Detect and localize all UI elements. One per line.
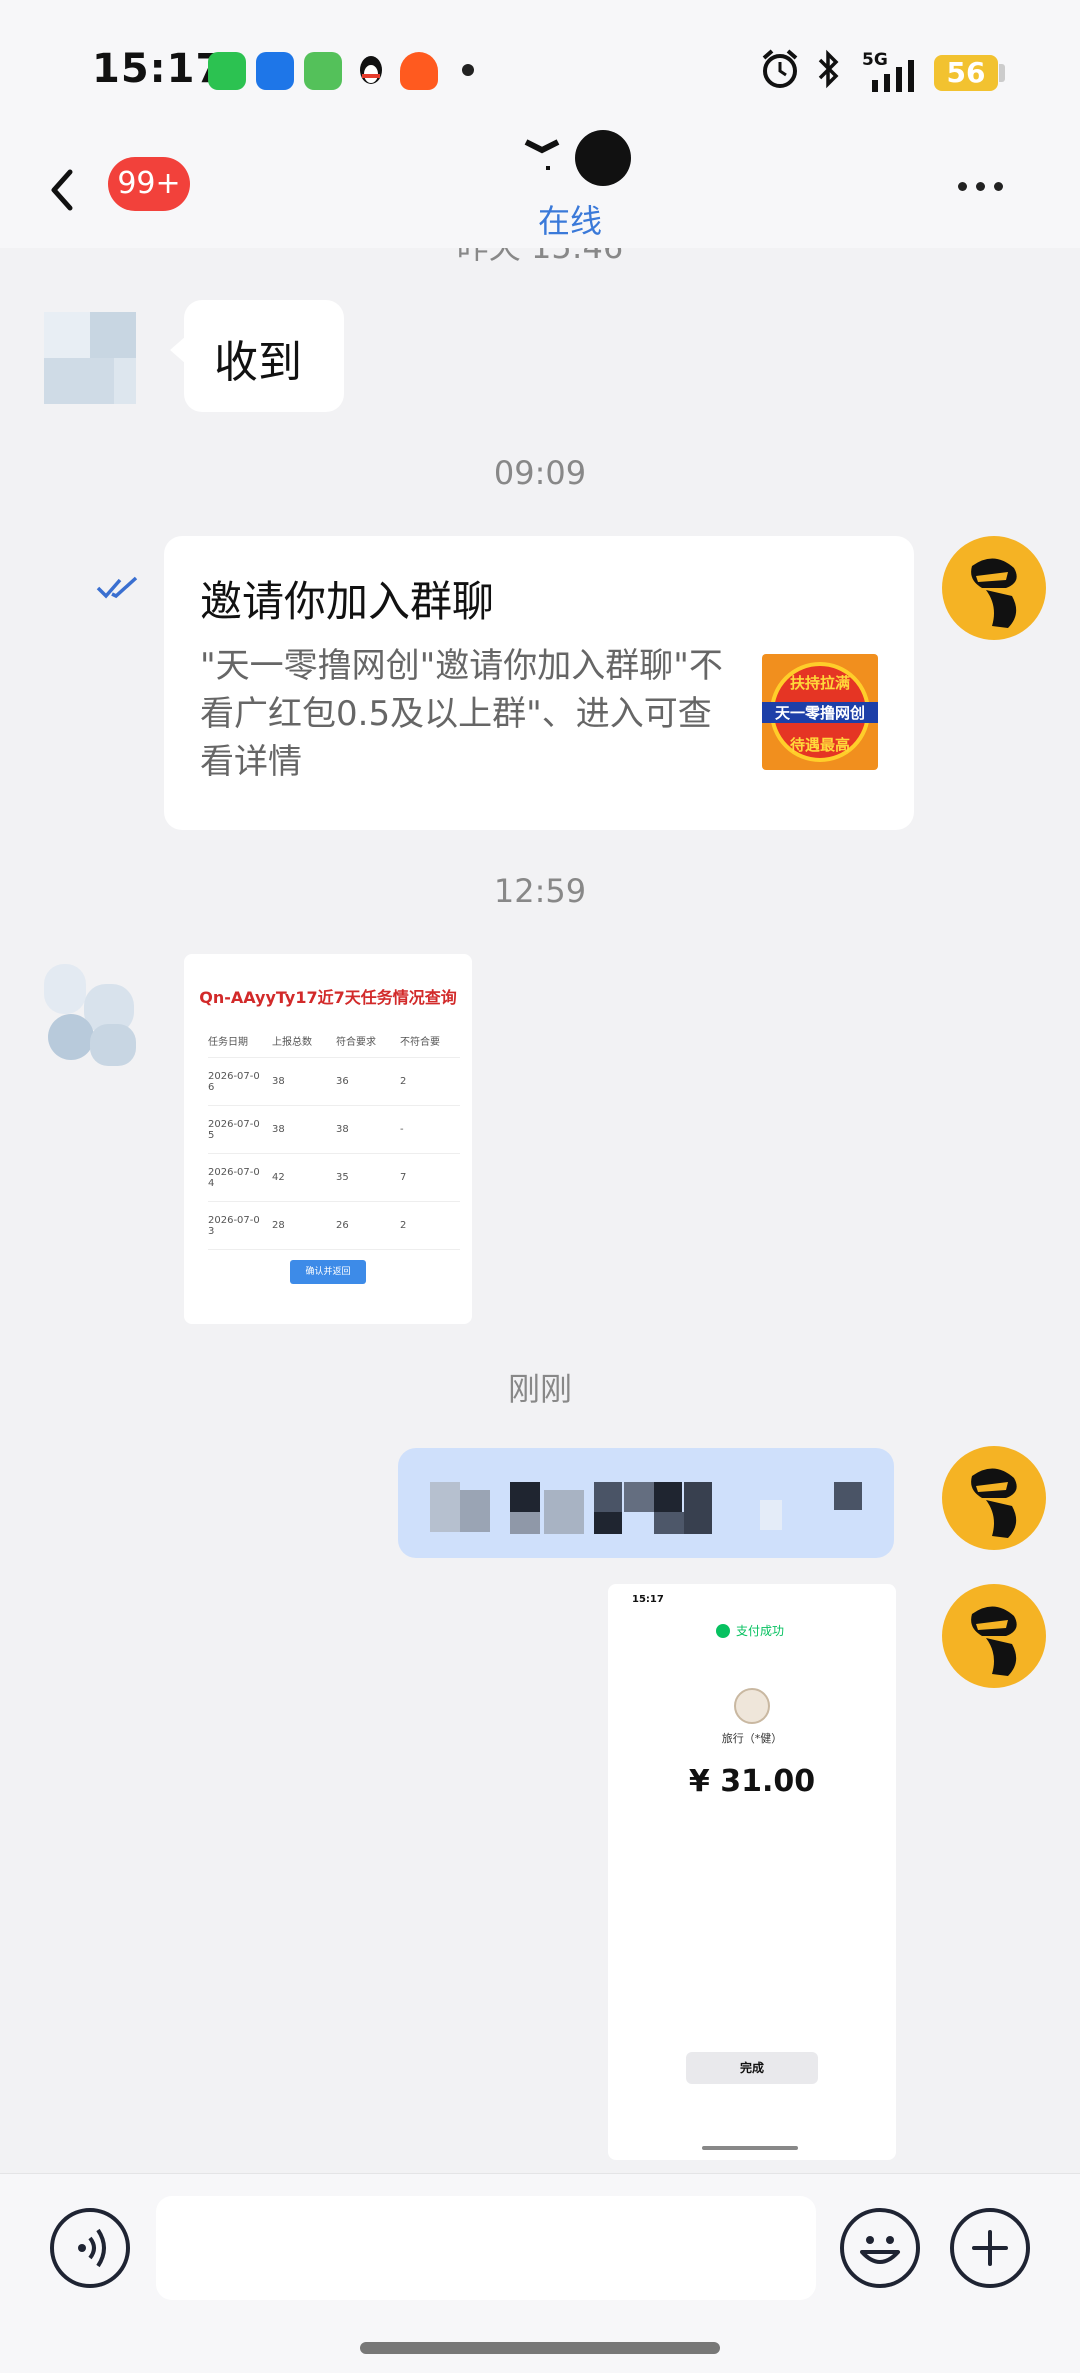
thumb-line-bot: 待遇最高 (789, 736, 850, 754)
confirm-return-button: 确认并返回 (290, 1260, 366, 1284)
alarm-icon (762, 49, 798, 88)
task-table: 任务日期 上报总数 符合要求 不符合要 2026-07-06 38 36 2 2… (208, 1024, 460, 1250)
more-plus-button[interactable] (950, 2208, 1030, 2288)
unread-badge[interactable]: 99+ (108, 157, 190, 211)
mini-status-time: 15:17 (632, 1594, 664, 1605)
back-arrow-icon[interactable] (40, 160, 90, 220)
col-header: 任务日期 (208, 1037, 248, 1048)
my-avatar[interactable] (942, 1584, 1046, 1688)
emoji-icon (860, 2236, 900, 2264)
message-text: 收到 (214, 337, 302, 388)
merchant-name: 旅行（*健） (721, 1732, 783, 1745)
chat-area[interactable]: 昨天 15:46 收到 09:09 邀请你加入群聊 "天一零撸网创"邀请你加入群… (0, 248, 1080, 2173)
col-header: 符合要求 (336, 1037, 376, 1048)
voice-input-button[interactable] (50, 2208, 130, 2288)
sms-icon (304, 52, 342, 90)
pay-success-text: 支付成功 (736, 1624, 785, 1638)
input-bar (0, 2173, 1080, 2373)
my-avatar-icon (942, 536, 1046, 640)
timestamp-partial: 昨天 15:46 (0, 248, 1080, 268)
group-thumbnail: 扶持拉满 天一零撸网创 待遇最高 (762, 654, 878, 770)
my-avatar-icon (942, 1446, 1046, 1550)
taobao-icon (400, 52, 438, 90)
done-button: 完成 (686, 2052, 818, 2084)
chat-header: 99+ 在线 (0, 130, 1080, 248)
task-title: Qn-AAyyTy17近7天任务情况查询 (199, 988, 457, 1007)
col-header: 不符合要 (400, 1037, 440, 1048)
thumb-line-top: 扶持拉满 (789, 674, 850, 692)
message-bubble-sent[interactable] (398, 1448, 894, 1558)
my-avatar-icon (942, 1584, 1046, 1688)
merchant-avatar (734, 1688, 770, 1724)
timestamp: 刚刚 (507, 1370, 572, 1408)
battery-indicator: 56 (934, 55, 998, 91)
timestamp: 12:59 (493, 872, 587, 910)
signal-icon (872, 60, 914, 92)
more-notifications-dot (462, 64, 474, 76)
pay-success-row: 支付成功 (716, 1622, 784, 1639)
my-avatar[interactable] (942, 1446, 1046, 1550)
table-row: 2026-07-06 38 36 2 (208, 1058, 460, 1106)
bubble-tail (170, 336, 186, 364)
qq-icon (352, 52, 390, 90)
mini-home-indicator (702, 2146, 798, 2150)
pay-amount: ¥ 31.00 (688, 1764, 816, 1799)
table-row: 2026-07-05 38 38 - (208, 1106, 460, 1154)
home-indicator[interactable] (360, 2342, 720, 2354)
group-invite-card[interactable]: 邀请你加入群聊 "天一零撸网创"邀请你加入群聊"不看广红包0.5及以上群"、进入… (164, 536, 914, 830)
contact-avatar[interactable] (44, 312, 136, 404)
my-avatar[interactable] (942, 536, 1046, 640)
wechat-icon (208, 52, 246, 90)
thumb-line-mid: 天一零撸网创 (762, 702, 878, 723)
more-options-button[interactable] (950, 170, 1010, 200)
battery-cap (999, 64, 1005, 82)
status-time: 15:17 (92, 46, 225, 92)
message-bubble-received[interactable]: 收到 (170, 300, 344, 412)
invite-description: "天一零撸网创"邀请你加入群聊"不看广红包0.5及以上群"、进入可查看详情 (200, 646, 723, 782)
payment-screenshot-image[interactable]: 15:17 支付成功 旅行（*健） ¥ 31.00 完成 (608, 1584, 896, 2160)
contact-avatar[interactable] (34, 964, 136, 1066)
invite-title: 邀请你加入群聊 (200, 577, 495, 626)
col-header: 上报总数 (272, 1037, 312, 1048)
emoji-button[interactable] (840, 2208, 920, 2288)
table-row: 2026-07-03 28 26 2 (208, 1202, 460, 1250)
plus-icon (972, 2230, 1008, 2266)
check-circle-icon (716, 1623, 730, 1638)
message-input[interactable] (156, 2196, 816, 2300)
bluetooth-icon (818, 49, 839, 89)
read-receipt-icon (96, 576, 138, 599)
messages-icon (256, 52, 294, 90)
task-screenshot-image[interactable]: Qn-AAyyTy17近7天任务情况查询 任务日期 上报总数 符合要求 不符合要… (184, 954, 472, 1324)
status-bar: 15:17 5G 56 (0, 0, 1080, 140)
voice-icon (78, 2228, 106, 2268)
timestamp: 09:09 (493, 454, 587, 492)
contact-name-emoji (524, 139, 560, 170)
contact-name-ball-icon (575, 130, 631, 186)
table-row: 2026-07-04 42 35 7 (208, 1154, 460, 1202)
online-status: 在线 (537, 202, 602, 240)
